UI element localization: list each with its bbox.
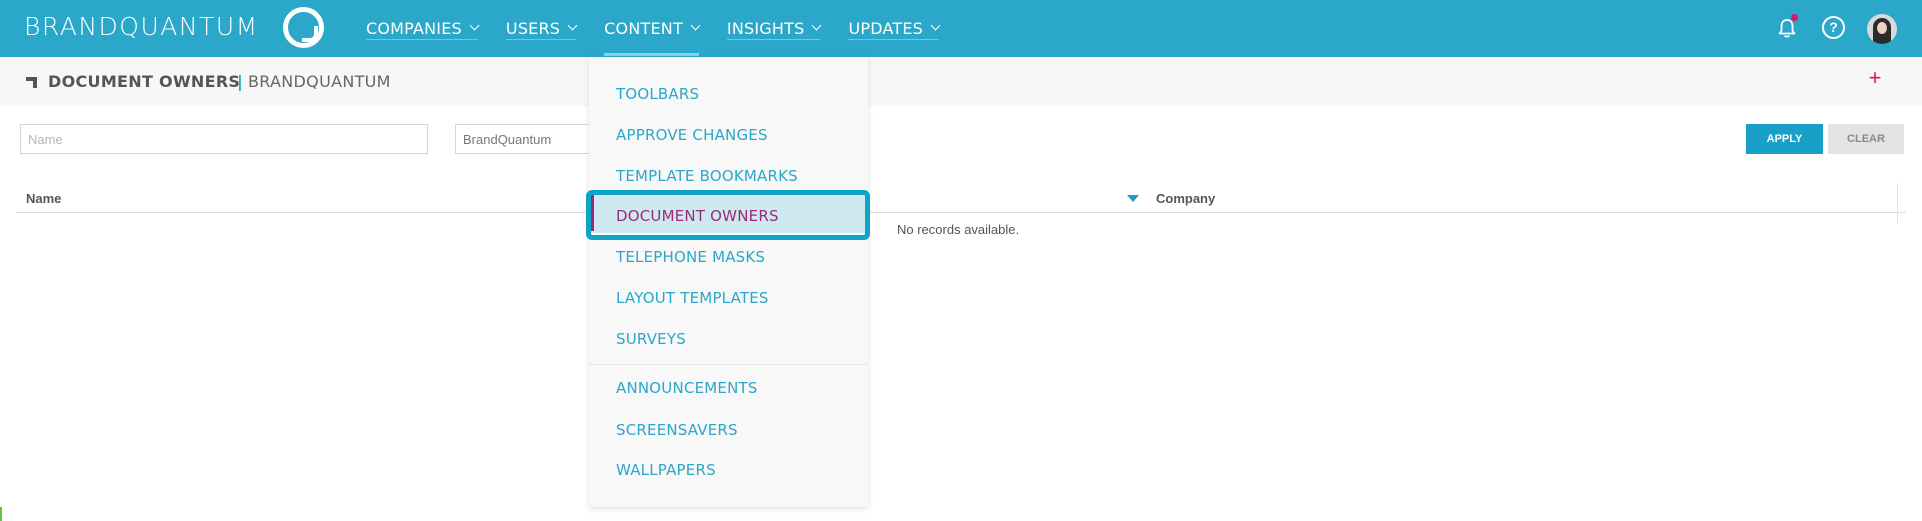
content-dropdown-menu: TOOLBARS APPROVE CHANGES TEMPLATE BOOKMA…	[589, 57, 868, 507]
table-header	[16, 183, 1906, 213]
nav-companies-label: COMPANIES	[366, 19, 462, 38]
nav-updates-label: UPDATES	[848, 19, 923, 38]
brand-logo[interactable]: BRANDQUANTUM	[24, 12, 259, 41]
table-scrollbar-track	[1897, 183, 1898, 223]
page-corner-icon	[26, 77, 37, 88]
page-company: BRANDQUANTUM	[248, 72, 391, 91]
clear-button[interactable]: CLEAR	[1828, 124, 1904, 154]
corner-indicator	[0, 507, 2, 521]
menu-item-announcements[interactable]: ANNOUNCEMENTS	[616, 379, 758, 397]
menu-item-screensavers[interactable]: SCREENSAVERS	[616, 421, 738, 439]
company-filter-input[interactable]	[455, 124, 595, 154]
apply-button[interactable]: APPLY	[1746, 124, 1823, 154]
nav-underline	[726, 39, 821, 40]
nav-underline	[848, 39, 939, 40]
menu-item-surveys[interactable]: SURVEYS	[616, 330, 686, 348]
chevron-down-icon	[930, 20, 941, 31]
column-header-name[interactable]: Name	[26, 191, 61, 206]
nav-users-label: USERS	[505, 19, 561, 38]
nav-insights-label: INSIGHTS	[726, 19, 805, 38]
chevron-down-icon	[469, 20, 480, 31]
sort-arrow-icon[interactable]	[1127, 195, 1139, 202]
nav-active-indicator	[604, 53, 699, 56]
menu-item-approve-changes[interactable]: APPROVE CHANGES	[616, 126, 768, 144]
nav-content-label: CONTENT	[604, 19, 683, 38]
nav-insights[interactable]: INSIGHTS	[726, 0, 822, 57]
menu-item-layout-templates[interactable]: LAYOUT TEMPLATES	[616, 289, 769, 307]
brand-logo-mark-icon[interactable]	[283, 7, 324, 48]
help-icon[interactable]: ?	[1822, 16, 1845, 39]
chevron-down-icon	[812, 20, 822, 31]
empty-table-message: No records available.	[897, 222, 1020, 237]
nav-users[interactable]: USERS	[505, 0, 578, 57]
notification-badge	[1791, 14, 1798, 21]
nav-updates[interactable]: UPDATES	[848, 0, 941, 57]
menu-item-template-bookmarks[interactable]: TEMPLATE BOOKMARKS	[616, 167, 798, 185]
menu-item-telephone-masks[interactable]: TELEPHONE MASKS	[616, 248, 765, 266]
main-nav: COMPANIES USERS CONTENT INSIGHTS UPDATES	[366, 0, 967, 57]
name-filter-input[interactable]	[20, 124, 428, 154]
focus-highlight-frame	[586, 190, 870, 240]
title-separator: |	[237, 72, 243, 91]
nav-companies[interactable]: COMPANIES	[366, 0, 480, 57]
column-header-company[interactable]: Company	[1156, 191, 1215, 206]
nav-underline	[505, 39, 577, 40]
page-title: DOCUMENT OWNERS	[48, 72, 241, 91]
add-button[interactable]: +	[1866, 67, 1884, 89]
chevron-down-icon	[567, 20, 578, 31]
menu-divider	[589, 364, 868, 365]
avatar[interactable]	[1867, 14, 1897, 44]
menu-item-toolbars[interactable]: TOOLBARS	[616, 85, 699, 103]
nav-underline	[366, 39, 478, 40]
nav-content[interactable]: CONTENT	[604, 0, 701, 57]
menu-item-wallpapers[interactable]: WALLPAPERS	[616, 461, 716, 479]
chevron-down-icon	[690, 20, 701, 31]
